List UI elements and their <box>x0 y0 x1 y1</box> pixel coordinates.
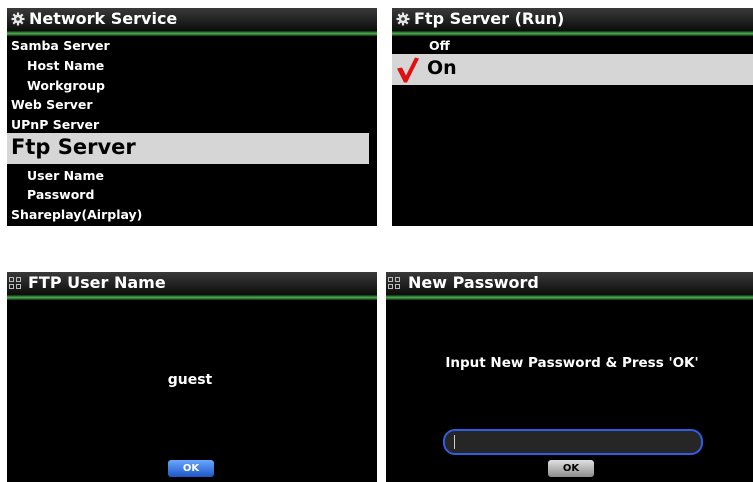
ftp-server-title: Ftp Server (Run) <box>414 9 565 28</box>
ftp-user-name-title: FTP User Name <box>28 273 166 292</box>
ftp-user-name-panel: FTP User Name guest OK <box>7 272 377 482</box>
grid-icon <box>9 277 23 291</box>
new-password-titlebar: New Password <box>386 272 753 295</box>
grid-icon <box>388 277 402 291</box>
menu-item-password[interactable]: Password <box>27 187 94 202</box>
menu-item-workgroup[interactable]: Workgroup <box>27 78 105 93</box>
ok-button[interactable]: OK <box>548 460 594 477</box>
checkmark-icon <box>397 57 419 83</box>
new-password-panel: New Password Input New Password & Press … <box>386 272 753 482</box>
menu-item-web-server[interactable]: Web Server <box>11 97 93 112</box>
title-underline <box>392 31 753 36</box>
option-on-label: On <box>427 57 457 79</box>
menu-item-shareplay[interactable]: Shareplay(Airplay) <box>11 207 142 222</box>
network-service-title: Network Service <box>29 9 178 28</box>
ok-button[interactable]: OK <box>168 460 214 477</box>
gear-icon <box>11 12 25 26</box>
new-password-title: New Password <box>408 273 539 292</box>
title-underline <box>386 295 753 300</box>
menu-item-ftp-server[interactable]: Ftp Server <box>7 133 369 164</box>
password-prompt: Input New Password & Press 'OK' <box>445 355 699 371</box>
ftp-server-panel: Ftp Server (Run) Off On <box>392 8 753 226</box>
ftp-user-name-titlebar: FTP User Name <box>7 272 377 295</box>
menu-item-samba-server[interactable]: Samba Server <box>11 38 110 53</box>
title-underline <box>7 295 377 300</box>
ftp-server-titlebar: Ftp Server (Run) <box>392 8 753 31</box>
password-input[interactable] <box>443 429 703 455</box>
title-underline <box>7 31 377 36</box>
menu-item-user-name[interactable]: User Name <box>27 168 104 183</box>
network-service-titlebar: Network Service <box>7 8 377 31</box>
text-cursor <box>454 435 455 449</box>
network-service-panel: Network Service Samba Server Host Name W… <box>7 8 377 226</box>
menu-item-upnp-server[interactable]: UPnP Server <box>11 117 99 132</box>
option-off[interactable]: Off <box>429 38 450 53</box>
option-on[interactable]: On <box>392 54 753 85</box>
menu-item-host-name[interactable]: Host Name <box>27 58 104 73</box>
username-value: guest <box>167 372 213 388</box>
gear-icon <box>396 12 410 26</box>
menu-item-ftp-server-label: Ftp Server <box>11 135 136 159</box>
